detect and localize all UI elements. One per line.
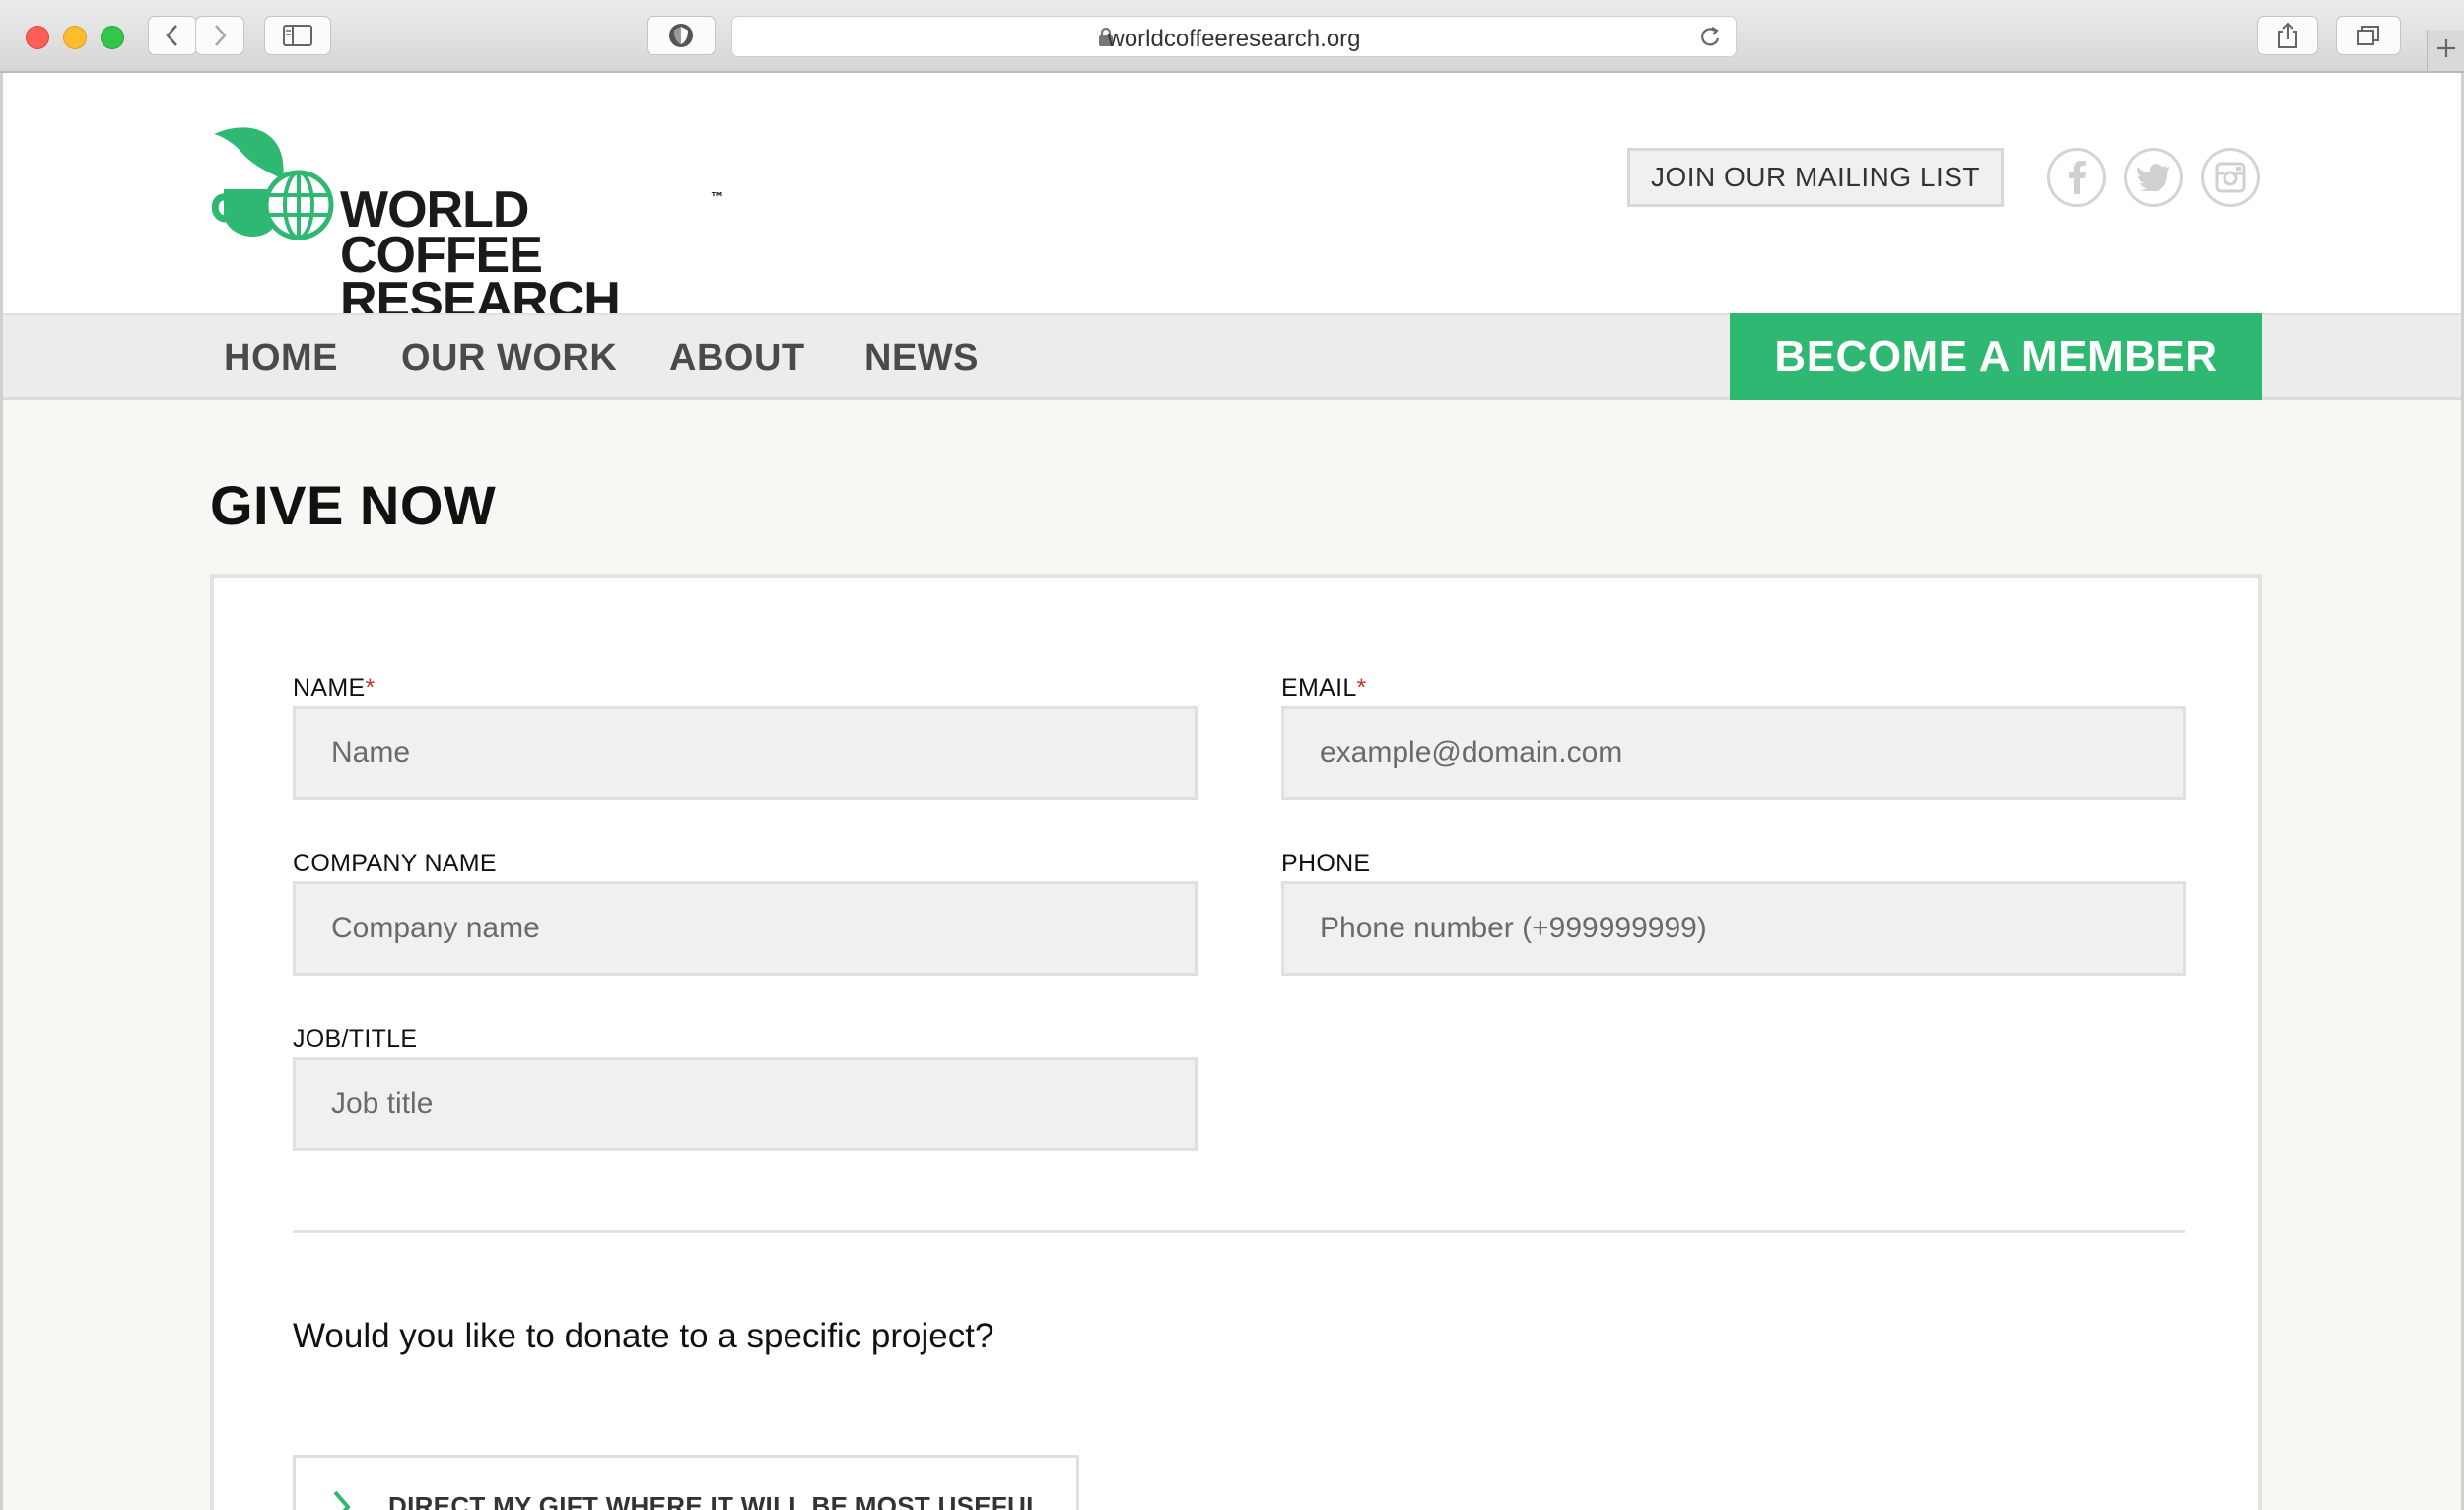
- site-header: WORLD COFFEE RESEARCH ™ JOIN OUR MAILING…: [3, 73, 2461, 326]
- name-label: NAME*: [293, 674, 375, 703]
- name-label-text: NAME: [293, 674, 366, 702]
- company-name-label: COMPANY NAME: [293, 850, 497, 877]
- web-page: WORLD COFFEE RESEARCH ™ JOIN OUR MAILING…: [0, 73, 2464, 1510]
- minimize-window-button[interactable]: [63, 26, 87, 49]
- form-divider: [293, 1230, 2185, 1233]
- share-button[interactable]: [2257, 16, 2318, 55]
- twitter-icon[interactable]: [2124, 148, 2183, 207]
- new-tab-button[interactable]: [2427, 30, 2464, 71]
- email-label-text: EMAIL: [1281, 674, 1357, 702]
- address-url: worldcoffeeresearch.org: [1107, 26, 1361, 52]
- privacy-button[interactable]: [647, 16, 716, 55]
- direct-gift-button[interactable]: DIRECT MY GIFT WHERE IT WILL BE MOST USE…: [293, 1455, 1079, 1510]
- email-label: EMAIL*: [1281, 674, 1367, 703]
- company-name-input[interactable]: [293, 881, 1198, 976]
- show-tabs-button[interactable]: [2336, 16, 2401, 55]
- give-now-form: NAME* EMAIL* COMPANY NAME PHONE JOB/TITL…: [210, 574, 2262, 1510]
- forward-icon: [212, 24, 228, 47]
- sidebar-button[interactable]: [264, 16, 331, 55]
- page-title: GIVE NOW: [210, 474, 497, 536]
- coffee-globe-logo-icon: [210, 116, 338, 249]
- share-icon: [2276, 22, 2299, 49]
- join-mailing-list-button[interactable]: JOIN OUR MAILING LIST: [1627, 148, 2004, 207]
- phone-input[interactable]: [1281, 881, 2186, 976]
- logo-line-1: WORLD COFFEE: [340, 181, 543, 284]
- logo-wordmark: WORLD COFFEE RESEARCH: [340, 181, 742, 326]
- close-window-button[interactable]: [26, 26, 49, 49]
- sidebar-icon: [283, 25, 312, 46]
- reload-icon[interactable]: [1698, 25, 1722, 55]
- donation-project-question: Would you like to donate to a specific p…: [293, 1317, 994, 1355]
- back-button[interactable]: [148, 16, 197, 55]
- become-a-member-button[interactable]: BECOME A MEMBER: [1730, 313, 2262, 400]
- nav-home[interactable]: HOME: [224, 337, 338, 379]
- back-icon: [165, 24, 180, 47]
- tabs-icon: [2356, 24, 2381, 47]
- zoom-window-button[interactable]: [101, 26, 124, 49]
- site-logo[interactable]: WORLD COFFEE RESEARCH ™: [210, 116, 742, 326]
- job-title-input[interactable]: [293, 1057, 1198, 1151]
- plus-icon: [2435, 37, 2457, 64]
- address-bar[interactable]: worldcoffeeresearch.org: [731, 16, 1737, 57]
- name-input[interactable]: [293, 706, 1198, 800]
- direct-gift-label: DIRECT MY GIFT WHERE IT WILL BE MOST USE…: [388, 1491, 1043, 1510]
- nav-about[interactable]: ABOUT: [669, 337, 805, 379]
- shield-icon: [667, 21, 695, 50]
- required-marker: *: [365, 674, 376, 702]
- phone-label: PHONE: [1281, 850, 1371, 877]
- instagram-icon[interactable]: [2201, 148, 2260, 207]
- required-marker: *: [1356, 674, 1367, 702]
- nav-our-work[interactable]: OUR WORK: [401, 337, 617, 379]
- job-title-label: JOB/TITLE: [293, 1025, 418, 1053]
- email-input[interactable]: [1281, 706, 2186, 800]
- trademark-symbol: ™: [711, 189, 723, 204]
- forward-button[interactable]: [195, 16, 244, 55]
- browser-toolbar: worldcoffeeresearch.org: [0, 0, 2464, 73]
- nav-news[interactable]: NEWS: [864, 337, 979, 379]
- facebook-icon[interactable]: [2047, 148, 2106, 207]
- chevron-right-icon: [331, 1489, 353, 1510]
